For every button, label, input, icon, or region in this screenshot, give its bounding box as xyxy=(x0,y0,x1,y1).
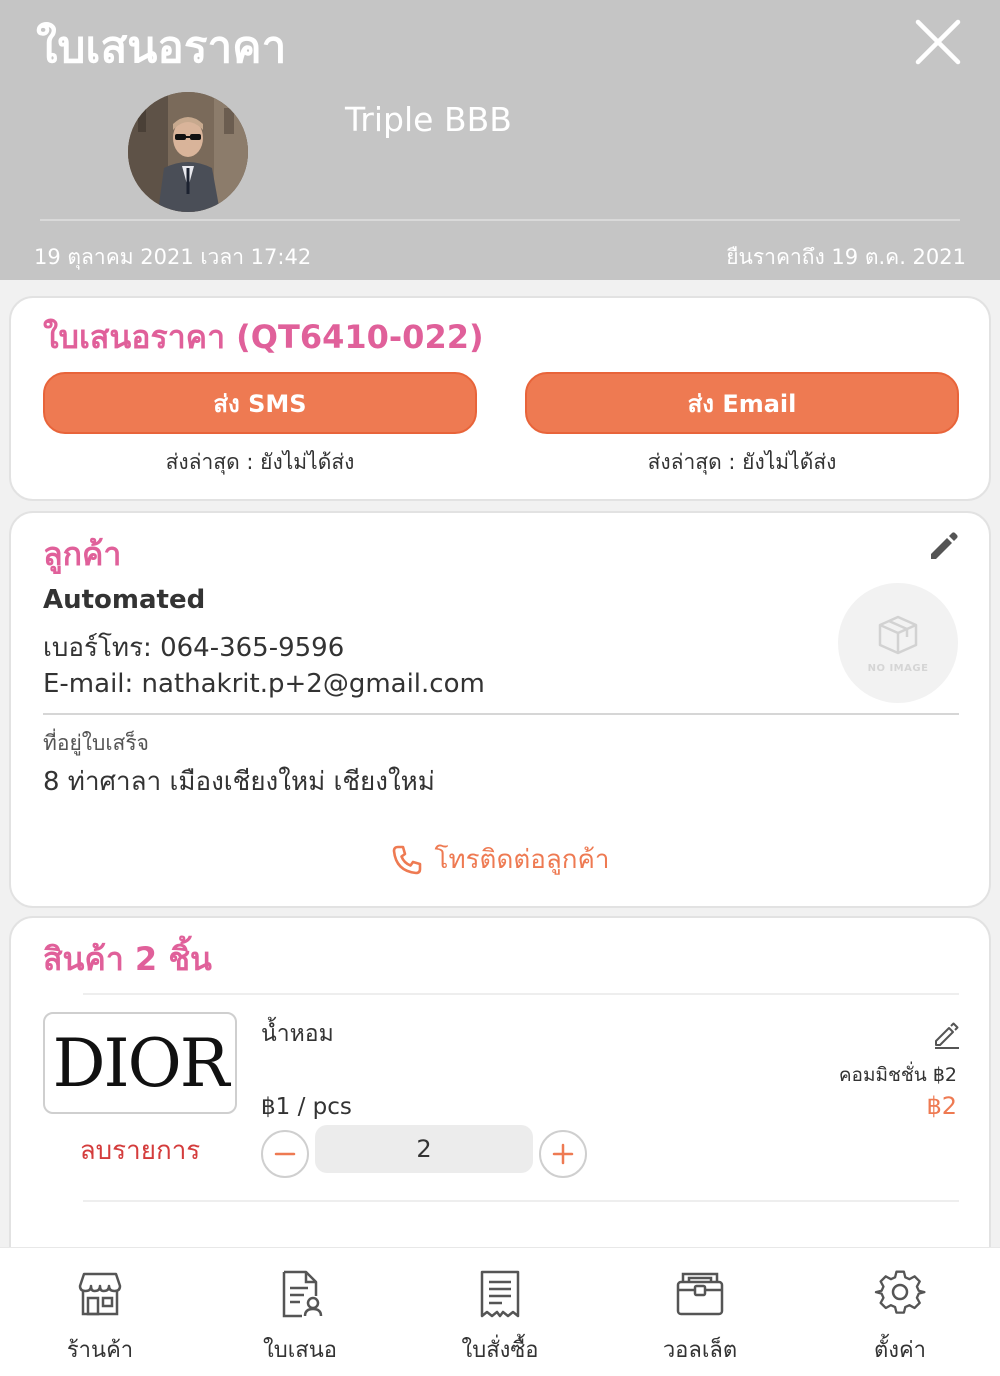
page-title: ใบเสนอราคา xyxy=(36,22,287,73)
product-image: DIOR xyxy=(43,1012,237,1114)
customer-email: E-mail: nathakrit.p+2@gmail.com xyxy=(43,669,485,699)
bottom-navigation: ร้านค้า ใบเสนอ ใบสั่งซื้อ วอลเล็ต ตั้งค่… xyxy=(0,1247,1000,1376)
nav-label-quote: ใบเสนอ xyxy=(263,1338,337,1363)
remove-item-button[interactable]: ลบรายการ xyxy=(43,1130,237,1171)
edit-customer-button[interactable] xyxy=(927,529,961,563)
customer-phone: เบอร์โทร: 064-365-9596 xyxy=(43,633,345,663)
quote-document-icon xyxy=(282,1270,323,1318)
quote-card: ใบเสนอราคา (QT6410-022) ส่ง SMS ส่ง Emai… xyxy=(9,296,991,501)
customer-card: ลูกค้า Automated เบอร์โทร: 064-365-9596 … xyxy=(9,511,991,908)
customer-divider xyxy=(43,713,959,715)
quotation-screen: ใบเสนอราคา Triple BBB 19 ตุลาคม 2021 เวล… xyxy=(0,0,1000,1376)
phone-icon xyxy=(393,845,422,874)
commission-value: คอมมิชชั่น ฿2 xyxy=(838,1064,957,1086)
box-icon xyxy=(878,615,918,654)
plus-icon xyxy=(552,1143,574,1165)
products-section-title: สินค้า 2 ชิ้น xyxy=(43,940,212,978)
increase-quantity-button[interactable] xyxy=(539,1130,587,1178)
valid-until-date: ยืนราคาถึง 19 ต.ค. 2021 xyxy=(726,245,966,269)
products-divider-bottom xyxy=(83,1200,959,1202)
send-sms-button[interactable]: ส่ง SMS xyxy=(43,372,477,434)
address-label: ที่อยู่ใบเสร็จ xyxy=(43,731,149,755)
close-button[interactable] xyxy=(914,18,962,66)
nav-label-store: ร้านค้า xyxy=(66,1338,134,1363)
avatar xyxy=(128,92,248,212)
sms-last-sent-status: ส่งล่าสุด : ยังไม่ได้ส่ง xyxy=(165,450,355,474)
customer-no-image-placeholder: NO IMAGE xyxy=(838,583,958,703)
pencil-outline-icon xyxy=(935,1022,959,1049)
item-total: ฿2 xyxy=(926,1092,957,1120)
quantity-input[interactable] xyxy=(315,1125,533,1173)
quote-date: 19 ตุลาคม 2021 เวลา 17:42 xyxy=(34,245,312,269)
edit-item-button[interactable] xyxy=(931,1020,961,1050)
minus-icon xyxy=(274,1152,296,1156)
send-email-button[interactable]: ส่ง Email xyxy=(525,372,959,434)
nav-item-quote[interactable]: ใบเสนอ xyxy=(200,1248,400,1376)
no-image-label: NO IMAGE xyxy=(867,662,929,674)
call-customer-link[interactable]: โทรติดต่อลูกค้า xyxy=(11,839,989,880)
nav-label-settings: ตั้งค่า xyxy=(873,1338,927,1363)
product-name: น้ำหอม xyxy=(261,1021,334,1047)
avatar-photo xyxy=(128,92,248,212)
nav-item-store[interactable]: ร้านค้า xyxy=(0,1248,200,1376)
product-brand-logo: DIOR xyxy=(52,1024,230,1102)
header-divider xyxy=(40,219,960,221)
products-divider xyxy=(83,993,959,995)
nav-label-orders: ใบสั่งซื้อ xyxy=(461,1338,539,1363)
nav-item-orders[interactable]: ใบสั่งซื้อ xyxy=(400,1248,600,1376)
nav-item-wallet[interactable]: วอลเล็ต xyxy=(600,1248,800,1376)
call-customer-label: โทรติดต่อลูกค้า xyxy=(434,845,610,875)
customer-name: Automated xyxy=(43,585,206,615)
customer-section-title: ลูกค้า xyxy=(43,535,122,573)
quote-number-title: ใบเสนอราคา (QT6410-022) xyxy=(43,318,484,356)
receipt-icon xyxy=(480,1270,520,1318)
shop-name: Triple BBB xyxy=(345,100,512,139)
header: ใบเสนอราคา Triple BBB 19 ตุลาคม 2021 เวล… xyxy=(0,0,1000,280)
unit-price: ฿1 / pcs xyxy=(261,1094,352,1120)
email-last-sent-status: ส่งล่าสุด : ยังไม่ได้ส่ง xyxy=(647,450,837,474)
pencil-icon xyxy=(931,532,958,559)
decrease-quantity-button[interactable] xyxy=(261,1130,309,1178)
store-icon xyxy=(78,1272,122,1316)
address-value: 8 ท่าศาลา เมืองเชียงใหม่ เชียงใหม่ xyxy=(43,767,435,797)
nav-item-settings[interactable]: ตั้งค่า xyxy=(800,1248,1000,1376)
close-icon xyxy=(915,19,961,65)
nav-label-wallet: วอลเล็ต xyxy=(662,1338,738,1363)
gear-icon xyxy=(874,1270,926,1314)
wallet-icon xyxy=(676,1272,724,1316)
